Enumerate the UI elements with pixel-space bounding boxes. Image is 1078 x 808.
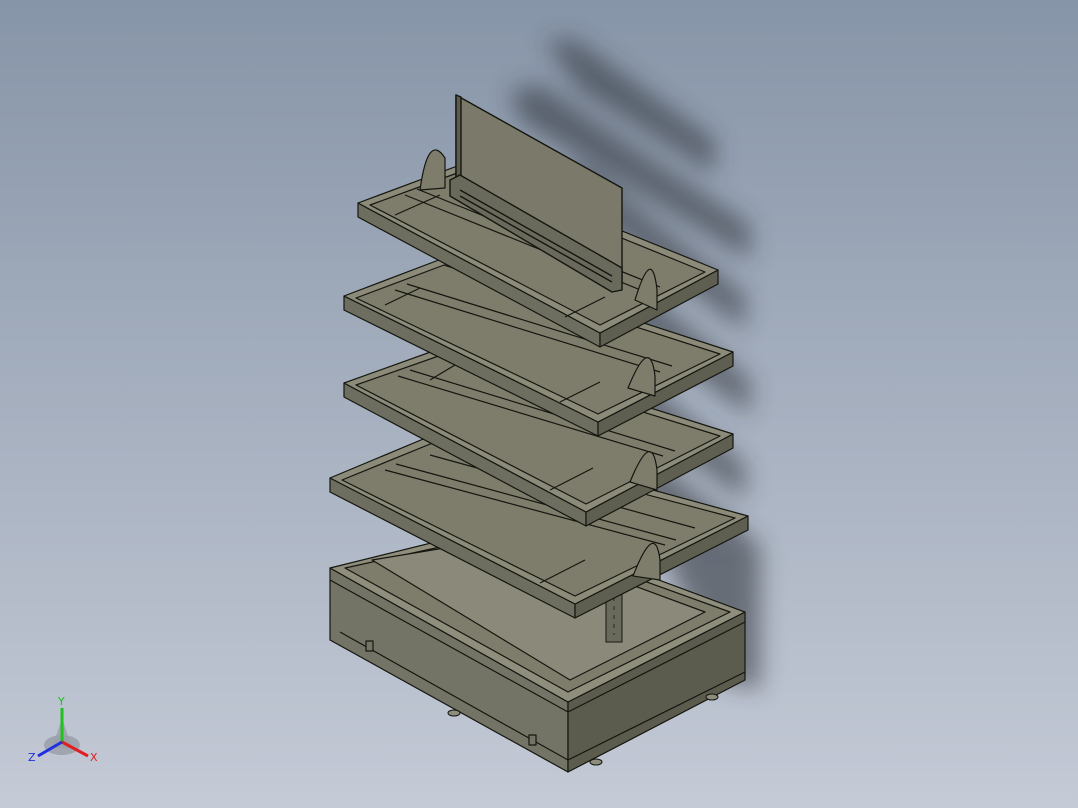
z-axis-label: Z (28, 751, 36, 764)
shelf-unit-model[interactable] (0, 0, 1078, 808)
y-axis-label: Y (57, 695, 65, 708)
view-orientation-triad[interactable]: Y X Z (22, 690, 112, 770)
graphics-viewport[interactable]: Y X Z (0, 0, 1078, 808)
x-axis-label: X (90, 751, 98, 764)
